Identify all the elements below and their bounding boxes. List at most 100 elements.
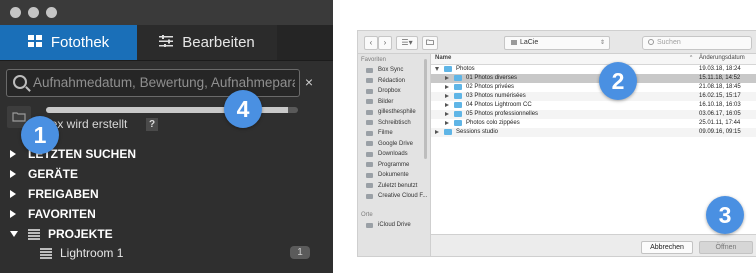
sidebar-item[interactable]: Programme xyxy=(366,162,409,168)
disclosure-triangle-icon[interactable] xyxy=(435,67,439,71)
sidebar-item[interactable]: Dokumente xyxy=(366,172,409,178)
tab-edit-label: Bearbeiten xyxy=(182,34,255,51)
section-devices[interactable]: GERÄTE xyxy=(10,167,78,181)
disclosure-triangle-icon[interactable] xyxy=(445,85,449,89)
open-file-dialog: ‹ › ☰▾ LaCie ⇕ Suchen Favoriten Box Sync… xyxy=(357,30,756,257)
callout-4: 4 xyxy=(224,90,262,128)
sidebar-item-icon xyxy=(366,162,373,167)
clear-search-button[interactable]: × xyxy=(300,73,318,91)
sidebar-item[interactable]: Dropbox xyxy=(366,88,401,94)
sidebar-item[interactable]: Box Sync xyxy=(366,67,403,73)
sidebar-item[interactable]: Google Drive xyxy=(366,141,413,147)
location-dropdown[interactable]: LaCie ⇕ xyxy=(504,36,610,50)
zoom-window-button[interactable] xyxy=(46,7,57,18)
sidebar-item-icon xyxy=(366,109,373,115)
disclosure-triangle-icon[interactable] xyxy=(435,130,439,134)
view-options-button[interactable]: ☰▾ xyxy=(396,36,418,50)
folder-icon xyxy=(454,84,462,90)
folder-icon xyxy=(426,39,434,45)
cloud-icon xyxy=(366,222,373,228)
column-date-header[interactable]: Änderungsdatum xyxy=(699,55,745,61)
disclosure-triangle-icon xyxy=(10,190,16,198)
sidebar-item-label: gillesthesphile xyxy=(378,109,416,115)
file-name-label: 03 Photos numérisées xyxy=(466,93,526,99)
sidebar-devices-header: Orte xyxy=(361,212,373,218)
folder-icon xyxy=(454,102,462,108)
sidebar-item-label: Dokumente xyxy=(378,172,409,178)
forward-button[interactable]: › xyxy=(378,36,392,50)
help-button[interactable]: ? xyxy=(146,118,158,131)
file-row-name: 02 Photos privées xyxy=(445,84,514,90)
sidebar-item-icon xyxy=(366,183,373,188)
search-input[interactable] xyxy=(33,73,295,91)
sidebar-item-icon xyxy=(366,99,373,104)
window-titlebar xyxy=(0,0,333,25)
sidebar-item[interactable]: Rédaction xyxy=(366,78,405,84)
disclosure-triangle-icon[interactable] xyxy=(445,121,449,125)
project-icon xyxy=(40,247,52,259)
dialog-footer: Abbrechen Öffnen xyxy=(431,234,756,256)
section-favorites[interactable]: FAVORITEN xyxy=(10,207,96,221)
sidebar-scrollbar[interactable] xyxy=(424,59,427,159)
sidebar-item-icon xyxy=(366,172,373,178)
cancel-button[interactable]: Abbrechen xyxy=(641,241,693,254)
file-row[interactable]: 03 Photos numérisées 16.02.15, 15:17 xyxy=(431,92,756,101)
file-row[interactable]: Photos colo zippées 25.01.11, 17:44 xyxy=(431,119,756,128)
file-row[interactable]: Photos 19.03.18, 18:24 xyxy=(431,65,756,74)
close-window-button[interactable] xyxy=(10,7,21,18)
callout-2: 2 xyxy=(599,62,637,100)
sidebar-item[interactable]: Zuletzt benutzt xyxy=(366,183,417,189)
file-row[interactable]: 01 Photos diverses 15.11.18, 14:52 xyxy=(431,74,756,83)
file-date-label: 03.06.17, 16:05 xyxy=(699,111,741,117)
sidebar-item[interactable]: Bilder xyxy=(366,99,393,105)
file-date-label: 19.03.18, 18:24 xyxy=(699,66,741,72)
file-row[interactable]: 04 Photos Lightroom CC 16.10.18, 16:03 xyxy=(431,101,756,110)
disclosure-triangle-icon[interactable] xyxy=(445,76,449,80)
sidebar-favorites-header: Favoriten xyxy=(361,57,387,63)
search-icon xyxy=(13,75,27,89)
dialog-toolbar: ‹ › ☰▾ LaCie ⇕ Suchen xyxy=(358,31,756,54)
back-button[interactable]: ‹ xyxy=(364,36,378,50)
folder-icon xyxy=(454,111,462,117)
sidebar-item-icon xyxy=(366,130,373,136)
sidebar-item[interactable]: gillesthesphile xyxy=(366,109,416,115)
sidebar-item-label: Programme xyxy=(378,161,410,168)
chevron-updown-icon: ⇕ xyxy=(599,40,605,46)
sidebar-item-label: Schreibtisch xyxy=(378,119,411,126)
file-row[interactable]: 02 Photos privées 21.08.18, 18:45 xyxy=(431,83,756,92)
drive-icon xyxy=(511,39,517,45)
tab-edit[interactable]: Bearbeiten xyxy=(137,25,277,60)
dialog-search-field[interactable]: Suchen xyxy=(642,36,752,50)
sidebar-item[interactable]: Creative Cloud F... xyxy=(366,193,427,199)
file-row-name: 04 Photos Lightroom CC xyxy=(445,102,532,108)
sidebar-item[interactable]: Downloads xyxy=(366,151,408,157)
disclosure-triangle-icon[interactable] xyxy=(445,103,449,107)
sidebar-item-label: Downloads xyxy=(378,151,408,157)
sidebar-item[interactable]: Schreibtisch xyxy=(366,120,411,126)
disclosure-triangle-icon xyxy=(10,170,16,178)
file-date-label: 09.09.16, 09:15 xyxy=(699,129,741,135)
search-field[interactable] xyxy=(6,69,300,97)
section-shares[interactable]: FREIGABEN xyxy=(10,187,99,201)
disclosure-triangle-icon xyxy=(10,210,16,218)
folder-icon xyxy=(12,112,26,122)
new-folder-button[interactable] xyxy=(422,36,438,50)
sidebar-item[interactable]: Filme xyxy=(366,130,393,136)
sidebar-device-item[interactable]: iCloud Drive xyxy=(366,222,411,228)
project-item-lightroom-1[interactable]: Lightroom 1 xyxy=(40,246,123,260)
tab-library[interactable]: Fotothek xyxy=(0,25,137,60)
column-name-header[interactable]: Name xyxy=(435,55,451,61)
file-name-label: Photos xyxy=(456,66,475,72)
section-label: FREIGABEN xyxy=(28,187,99,201)
open-button[interactable]: Öffnen xyxy=(699,241,753,254)
file-row[interactable]: Sessions studio 09.09.16, 09:15 xyxy=(431,128,756,137)
disclosure-triangle-icon[interactable] xyxy=(445,94,449,98)
sidebar-item-label: Bilder xyxy=(378,98,394,105)
disclosure-triangle-icon[interactable] xyxy=(445,112,449,116)
section-label: PROJEKTE xyxy=(48,227,113,241)
sidebar-item-label: Zuletzt benutzt xyxy=(378,182,418,189)
section-projects[interactable]: PROJEKTE xyxy=(10,227,113,241)
minimize-window-button[interactable] xyxy=(28,7,39,18)
sort-indicator-icon: ⌃ xyxy=(689,55,694,61)
file-row[interactable]: 05 Photos professionnelles 03.06.17, 16:0… xyxy=(431,110,756,119)
